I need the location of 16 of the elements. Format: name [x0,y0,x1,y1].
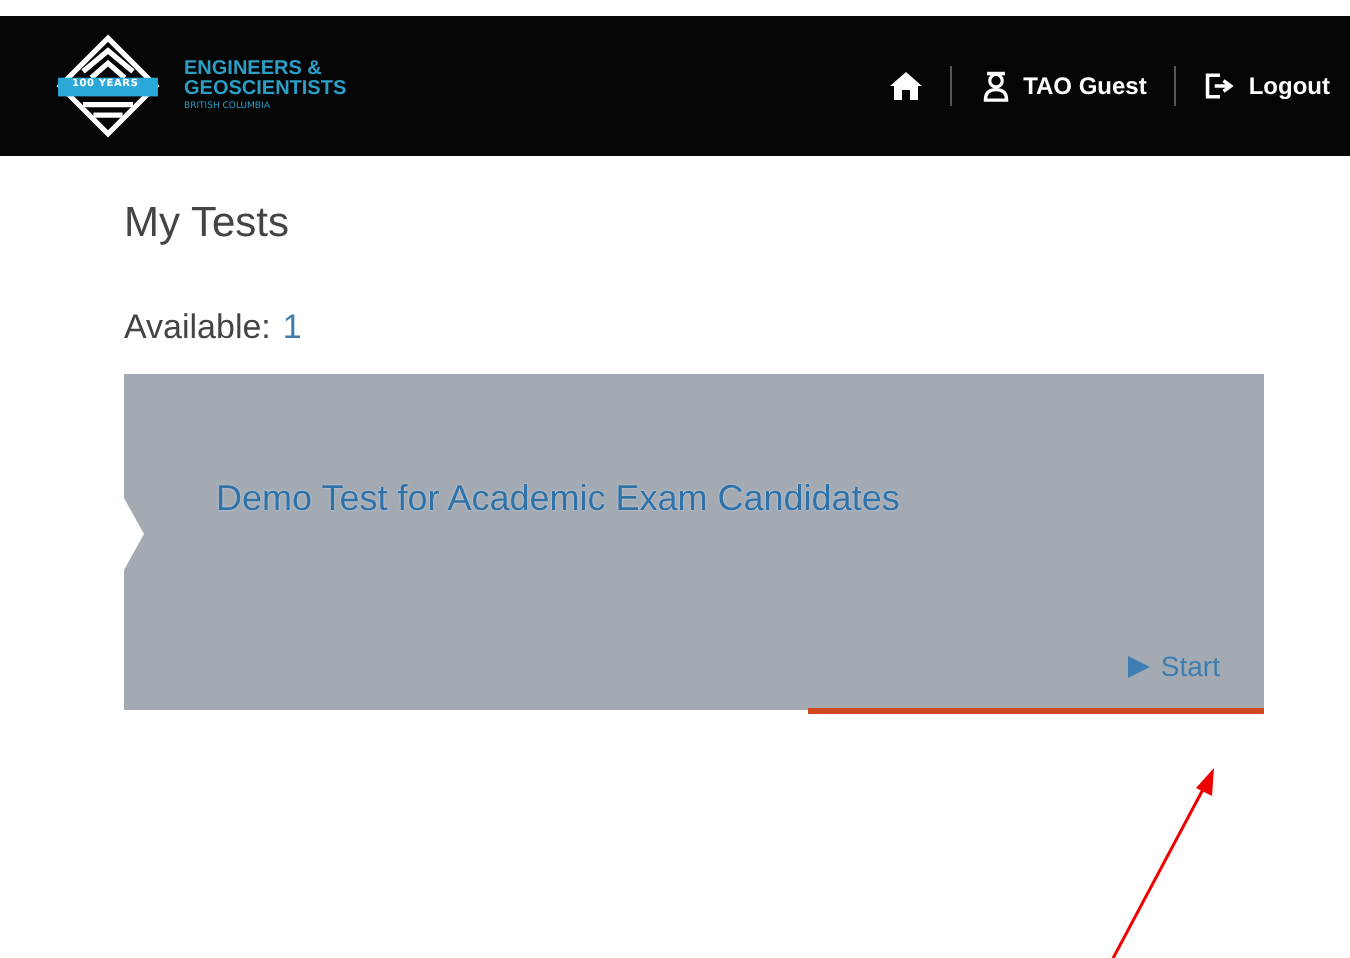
user-icon [979,70,1012,102]
play-icon [1128,655,1151,677]
start-link[interactable]: Start [1128,650,1220,682]
test-card[interactable]: Demo Test for Academic Exam Candidates Start [124,374,1264,710]
logout-icon [1204,70,1237,102]
logo-text: ENGINEERS & [184,59,324,80]
available-count: 1 [282,308,302,348]
test-title[interactable]: Demo Test for Academic Exam Candidates [216,478,900,518]
logo-text: GEOSCIENTISTS [184,79,347,100]
user-link[interactable]: TAO Guest [979,70,1147,102]
card-notch [124,498,144,570]
logo-icon [56,34,160,138]
logout-link[interactable]: Logout [1204,70,1330,102]
home-icon[interactable] [889,70,922,102]
available-label: Available: [124,308,271,348]
page-title: My Tests [124,200,291,248]
